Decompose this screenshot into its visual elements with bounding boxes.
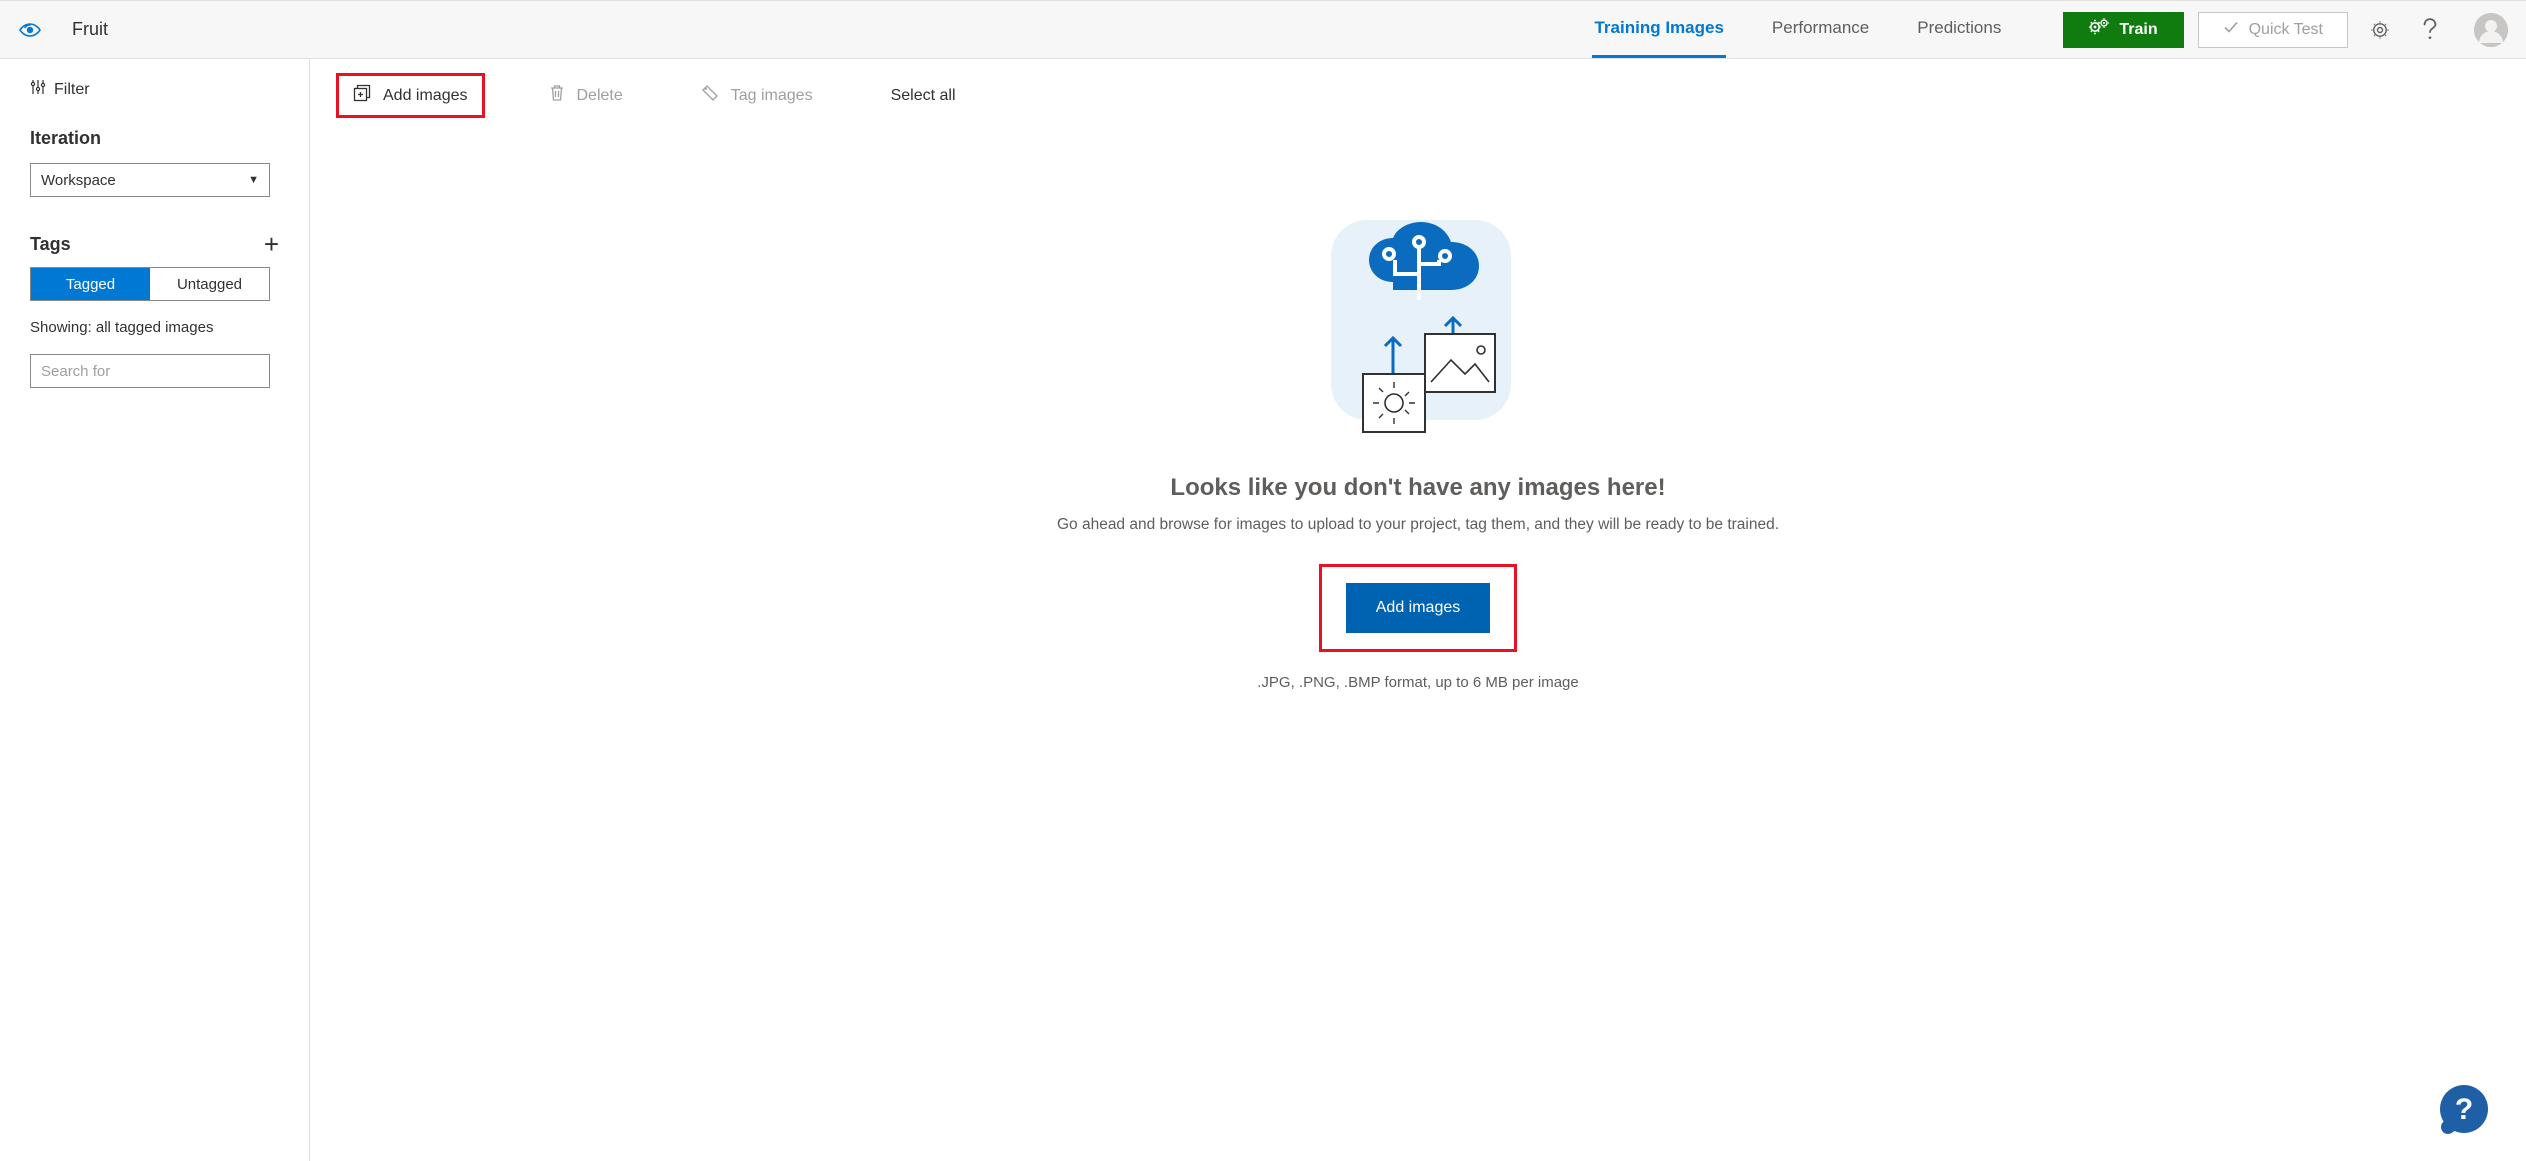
iteration-select[interactable]: Workspace ▼ — [30, 163, 270, 197]
empty-state-illustration — [1313, 214, 1523, 444]
select-all-label: Select all — [891, 87, 956, 105]
add-images-highlight-box: Add images — [1319, 564, 1518, 652]
showing-text: Showing: all tagged images — [30, 319, 279, 336]
formats-hint: .JPG, .PNG, .BMP format, up to 6 MB per … — [1257, 674, 1579, 691]
help-button[interactable] — [2412, 12, 2448, 48]
eye-logo-icon[interactable] — [18, 18, 42, 42]
filter-header[interactable]: Filter — [30, 79, 279, 100]
tab-performance[interactable]: Performance — [1770, 1, 1871, 58]
tags-section-label: Tags — [30, 234, 71, 255]
select-all-toolbar-button[interactable]: Select all — [877, 79, 970, 113]
user-avatar[interactable] — [2474, 13, 2508, 47]
add-images-button[interactable]: Add images — [1346, 583, 1491, 633]
trash-icon — [549, 84, 565, 107]
add-images-toolbar-button[interactable]: Add images — [336, 73, 485, 118]
check-icon — [2223, 19, 2239, 40]
tagged-toggle[interactable]: Tagged — [31, 268, 150, 300]
svg-text:?: ? — [2455, 1093, 2473, 1126]
train-button[interactable]: Train — [2063, 12, 2183, 48]
add-tag-button[interactable]: + — [264, 231, 279, 257]
settings-button[interactable] — [2362, 12, 2398, 48]
empty-state-subtitle: Go ahead and browse for images to upload… — [1057, 516, 1779, 534]
quick-test-button[interactable]: Quick Test — [2198, 12, 2348, 48]
filter-label: Filter — [54, 81, 90, 99]
empty-state-title: Looks like you don't have any images her… — [1170, 474, 1665, 502]
tab-training-images[interactable]: Training Images — [1592, 1, 1725, 58]
untagged-toggle[interactable]: Untagged — [150, 268, 269, 300]
gears-icon — [2089, 18, 2109, 41]
chevron-down-icon: ▼ — [248, 174, 259, 186]
sliders-icon — [30, 79, 46, 100]
tab-predictions[interactable]: Predictions — [1915, 1, 2003, 58]
tag-filter-toggle: Tagged Untagged — [30, 267, 270, 301]
tag-images-toolbar-button[interactable]: Tag images — [687, 76, 827, 115]
tag-icon — [701, 84, 719, 107]
project-name: Fruit — [72, 19, 108, 40]
train-button-label: Train — [2119, 21, 2157, 39]
tag-images-toolbar-label: Tag images — [731, 87, 813, 105]
iteration-selected-value: Workspace — [41, 172, 116, 189]
chat-help-fab[interactable]: ? — [2436, 1083, 2492, 1139]
iteration-section-label: Iteration — [30, 128, 279, 149]
delete-toolbar-label: Delete — [577, 87, 623, 105]
delete-toolbar-button[interactable]: Delete — [535, 76, 637, 115]
tag-search-input[interactable] — [30, 354, 270, 388]
add-images-toolbar-label: Add images — [383, 87, 468, 105]
quick-test-label: Quick Test — [2249, 21, 2323, 39]
add-image-icon — [353, 84, 371, 107]
